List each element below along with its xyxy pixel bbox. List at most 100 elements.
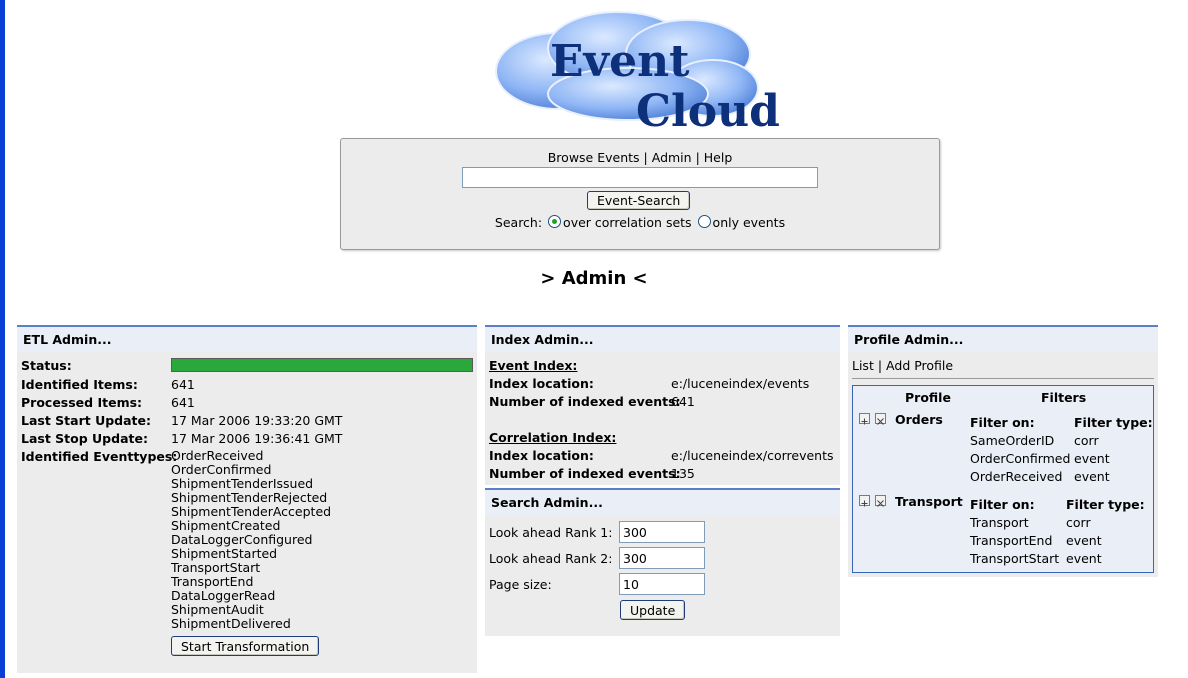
page-size-input[interactable] [619,573,705,595]
eventtype-item: OrderReceived [171,448,264,463]
event-index-heading: Event Index: [489,358,578,373]
eventtype-item: DataLoggerConfigured [171,532,313,547]
update-button[interactable]: Update [620,600,686,620]
eventtype-item: ShipmentCreated [171,518,281,533]
profile-name[interactable]: Transport [895,494,963,509]
processed-items-value: 641 [171,395,195,410]
list-link[interactable]: List [852,358,874,373]
correlation-location-value: e:/luceneindex/correvents [671,448,834,463]
eventtype-item: DataLoggerRead [171,588,276,603]
search-admin-title: Search Admin... [485,488,840,515]
filter-name: TransportStart [970,551,1060,566]
filter-type-header: Filter type: [1066,497,1145,512]
event-index-location-label: Index location: [489,376,594,391]
processed-items-label: Processed Items: [21,395,143,410]
index-admin-panel: Index Admin... Event Index: Index locati… [485,325,840,485]
filter-on-header: Filter on: [970,415,1035,430]
help-link[interactable]: Help [704,150,733,165]
nav-separator: | [643,150,648,165]
identified-items-label: Identified Items: [21,377,138,392]
correlation-location-label: Index location: [489,448,594,463]
filter-name: OrderConfirmed [970,451,1071,466]
expand-icon[interactable] [859,495,870,507]
filter-type: event [1074,469,1110,484]
last-start-value: 17 Mar 2006 19:33:20 GMT [171,413,343,428]
last-start-label: Last Start Update: [21,413,152,428]
identified-items-value: 641 [171,377,195,392]
eventtypes-label: Identified Eventtypes: [21,449,178,464]
browse-events-link[interactable]: Browse Events [548,150,640,165]
event-count-value: 641 [671,394,695,409]
etl-admin-panel: ETL Admin... Status: Identified Items: 6… [17,325,477,673]
profile-links: List | Add Profile [852,358,953,373]
event-count-label: Number of indexed events: [489,394,681,409]
filter-type: corr [1066,515,1091,530]
search-mode-label: Search: [494,215,543,230]
only-events-label[interactable]: only events [713,215,786,230]
admin-link[interactable]: Admin [652,150,692,165]
correlation-count-label: Number of indexed events: [489,466,681,481]
filter-name: Transport [970,515,1029,530]
rank2-input[interactable] [619,547,705,569]
eventtype-item: ShipmentAudit [171,602,264,617]
filter-type: event [1074,451,1110,466]
add-profile-link[interactable]: Add Profile [886,358,953,373]
progress-fill [172,359,472,371]
last-stop-label: Last Stop Update: [21,431,148,446]
filter-name: TransportEnd [970,533,1053,548]
filters-column-header: Filters [1041,390,1087,405]
expand-icon[interactable] [859,413,870,425]
last-stop-value: 17 Mar 2006 19:36:41 GMT [171,431,343,446]
top-navigation: Browse Events | Admin | Help [341,150,939,165]
correlation-sets-label[interactable]: over correlation sets [563,215,692,230]
profile-name[interactable]: Orders [895,412,943,427]
filter-type: corr [1074,433,1099,448]
filter-name: SameOrderID [970,433,1055,448]
divider [852,378,1154,379]
filter-type-header: Filter type: [1074,415,1153,430]
page-title: > Admin < [540,268,648,289]
eventtype-item: ShipmentStarted [171,546,278,561]
search-box: Browse Events | Admin | Help Event-Searc… [340,138,940,250]
status-label: Status: [21,358,72,373]
delete-icon[interactable] [875,495,886,507]
eventtype-item: TransportStart [171,560,261,575]
rank1-label: Look ahead Rank 1: [489,525,613,540]
search-input[interactable] [462,167,818,188]
page-size-label: Page size: [489,577,552,592]
profile-admin-panel: Profile Admin... List | Add Profile Prof… [848,325,1158,577]
window-left-edge [0,0,5,678]
start-transformation-button[interactable]: Start Transformation [171,636,320,656]
svg-text:Cloud: Cloud [636,86,780,134]
eventtype-item: ShipmentTenderIssued [171,476,314,491]
filter-type: event [1066,551,1102,566]
eventtype-item: ShipmentTenderAccepted [171,504,332,519]
nav-separator: | [695,150,700,165]
eventtype-item: TransportEnd [171,574,254,589]
etl-admin-title: ETL Admin... [17,325,477,352]
event-cloud-logo: Event Cloud [495,11,780,134]
only-events-radio[interactable] [697,215,711,228]
delete-icon[interactable] [875,413,886,425]
profile-column-header: Profile [905,390,951,405]
etl-progress-bar [171,358,473,372]
eventtypes-list: OrderReceived OrderConfirmed ShipmentTen… [171,449,331,631]
event-search-button[interactable]: Event-Search [587,191,691,210]
correlation-sets-radio[interactable] [548,215,562,228]
link-separator: | [877,358,883,373]
filter-on-header: Filter on: [970,497,1035,512]
search-options: Search: over correlation sets only event… [341,215,939,230]
profiles-table: Profile Filters Orders Filter on: Filter… [852,385,1154,573]
filter-type: event [1066,533,1102,548]
eventtype-item: ShipmentTenderRejected [171,490,328,505]
filter-name: OrderReceived [970,469,1063,484]
search-admin-panel: Search Admin... Look ahead Rank 1: Look … [485,488,840,636]
correlation-count-value: 135 [671,466,695,481]
rank1-input[interactable] [619,521,705,543]
eventtype-item: OrderConfirmed [171,462,272,477]
event-index-location-value: e:/luceneindex/events [671,376,810,391]
profile-admin-title: Profile Admin... [848,325,1158,352]
index-admin-title: Index Admin... [485,325,840,352]
svg-text:Event: Event [550,36,690,87]
correlation-index-heading: Correlation Index: [489,430,617,445]
